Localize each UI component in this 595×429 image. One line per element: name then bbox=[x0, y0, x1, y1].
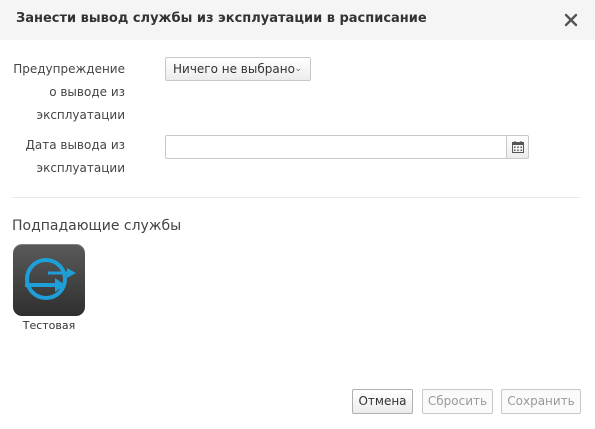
dialog-header: Занести вывод службы из эксплуатации в р… bbox=[0, 0, 595, 40]
warning-label: Предупреждение о выводе из эксплуатации bbox=[13, 62, 125, 122]
service-arrow-icon bbox=[25, 258, 76, 300]
warning-select-value: Ничего не выбрано bbox=[173, 62, 295, 76]
calendar-icon bbox=[512, 141, 524, 153]
services-section-title: Подпадающие службы bbox=[12, 218, 182, 234]
close-button[interactable] bbox=[561, 10, 581, 30]
close-icon bbox=[564, 13, 578, 27]
reset-button[interactable]: Сбросить bbox=[422, 389, 493, 414]
service-tile[interactable] bbox=[13, 244, 85, 316]
save-button[interactable]: Сохранить bbox=[501, 389, 581, 414]
calendar-button[interactable] bbox=[506, 135, 529, 159]
date-label: Дата вывода из эксплуатации bbox=[25, 138, 126, 175]
dialog-title: Занести вывод службы из эксплуатации в р… bbox=[16, 11, 427, 26]
warning-select[interactable]: Ничего не выбрано ⌄ bbox=[165, 57, 311, 81]
section-divider bbox=[12, 197, 580, 198]
date-input[interactable] bbox=[165, 135, 506, 159]
chevron-down-icon: ⌄ bbox=[294, 64, 302, 74]
cancel-button[interactable]: Отмена bbox=[352, 389, 413, 414]
service-name: Тестовая bbox=[22, 319, 76, 332]
